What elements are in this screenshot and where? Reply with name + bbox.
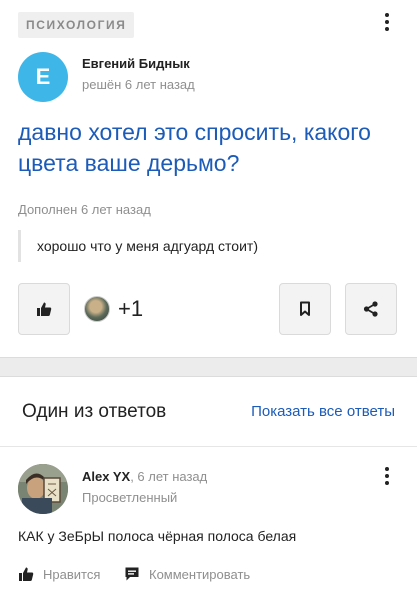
answer-author-avatar[interactable] bbox=[18, 464, 68, 514]
avatar-photo bbox=[18, 464, 68, 514]
like-button[interactable] bbox=[18, 283, 70, 335]
author-avatar[interactable]: E bbox=[18, 52, 68, 102]
question-addition: хорошо что у меня адгуард стоит) bbox=[18, 230, 258, 262]
answers-heading: Один из ответов bbox=[22, 401, 167, 422]
answer-like-label: Нравится bbox=[43, 566, 101, 582]
share-button[interactable] bbox=[345, 283, 397, 335]
answer-like-button[interactable]: Нравится bbox=[18, 566, 100, 582]
answer-author-rank: Просветленный bbox=[82, 490, 178, 505]
answer-comment-button[interactable]: Комментировать bbox=[124, 566, 250, 582]
bookmark-button[interactable] bbox=[279, 283, 331, 335]
author-meta: решён 6 лет назад bbox=[82, 77, 195, 92]
bookmark-icon bbox=[300, 301, 310, 316]
answer-more-options-icon[interactable] bbox=[382, 467, 392, 485]
answer-text: КАК у ЗеБрЫ полоса чёрная полоса белая bbox=[18, 528, 297, 544]
likes-count: +1 bbox=[118, 296, 144, 321]
thumbs-up-icon bbox=[19, 567, 34, 581]
answer-author-line: Alex YX, 6 лет назад bbox=[82, 469, 207, 484]
author-name[interactable]: Евгений Биднык bbox=[82, 56, 190, 71]
show-all-answers-link[interactable]: Показать все ответы bbox=[251, 403, 395, 420]
share-icon bbox=[363, 301, 378, 317]
added-note: Дополнен 6 лет назад bbox=[18, 202, 151, 217]
answer-author-name[interactable]: Alex YX bbox=[82, 469, 130, 484]
thumbs-up-icon bbox=[37, 302, 52, 316]
liker-avatar[interactable] bbox=[84, 296, 110, 322]
category-tag[interactable]: ПСИХОЛОГИЯ bbox=[18, 12, 135, 38]
divider bbox=[0, 446, 417, 447]
more-options-icon[interactable] bbox=[382, 13, 392, 31]
answer-comment-label: Комментировать bbox=[149, 566, 251, 582]
answer-time: , 6 лет назад bbox=[130, 469, 208, 484]
comment-icon bbox=[125, 567, 139, 581]
question-title: давно хотел это спросить, какого цвета в… bbox=[18, 119, 371, 176]
